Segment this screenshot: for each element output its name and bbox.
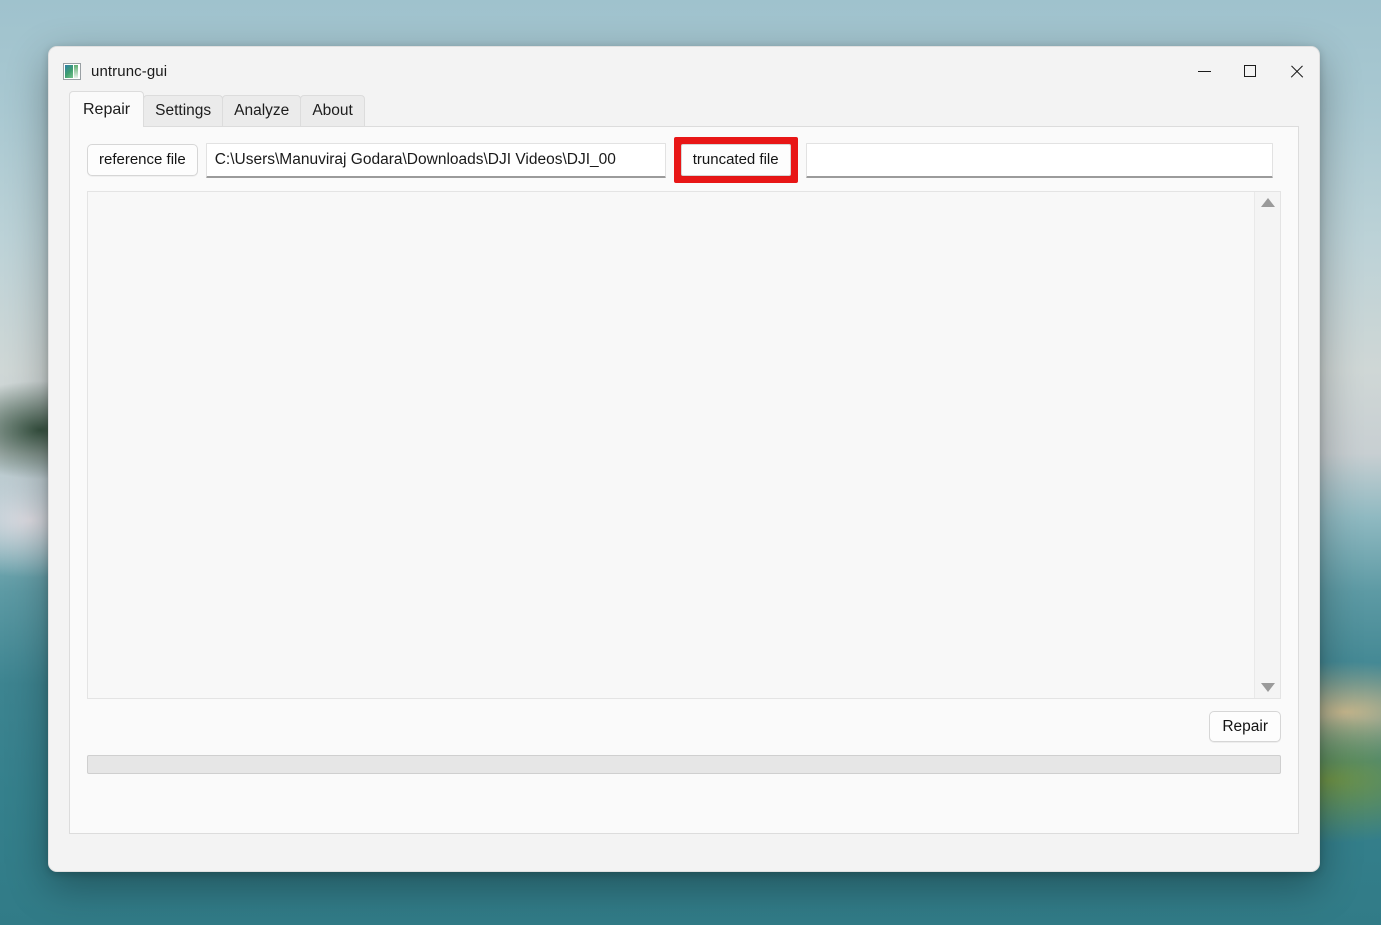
tab-analyze[interactable]: Analyze xyxy=(222,95,302,126)
action-row: Repair xyxy=(87,711,1281,742)
reference-file-value: C:\Users\Manuviraj Godara\Downloads\DJI … xyxy=(214,150,616,168)
tab-repair-label: Repair xyxy=(83,101,131,118)
truncated-file-button[interactable]: truncated file xyxy=(680,144,791,176)
application-window: untrunc-gui Repair Settings Analyze Abou… xyxy=(48,46,1320,872)
file-selection-row: reference file C:\Users\Manuviraj Godara… xyxy=(87,137,1281,183)
truncated-file-button-label: truncated file xyxy=(692,151,779,168)
minimize-button[interactable] xyxy=(1181,47,1227,95)
tab-about-label: About xyxy=(312,102,353,119)
tab-settings-label: Settings xyxy=(155,102,212,119)
reference-file-input[interactable]: C:\Users\Manuviraj Godara\Downloads\DJI … xyxy=(205,142,666,178)
reference-file-button[interactable]: reference file xyxy=(87,144,198,176)
scroll-up-arrow-icon[interactable] xyxy=(1260,198,1275,207)
scrollbar-thumb[interactable] xyxy=(1261,207,1275,683)
maximize-button[interactable] xyxy=(1227,47,1273,95)
window-controls xyxy=(1181,47,1319,95)
tab-strip: Repair Settings Analyze About xyxy=(69,91,1299,127)
maximize-icon xyxy=(1244,65,1256,77)
tab-about[interactable]: About xyxy=(300,95,365,126)
progress-bar xyxy=(87,755,1281,774)
window-titlebar: untrunc-gui xyxy=(49,47,1319,95)
app-image-icon xyxy=(63,62,81,80)
minimize-icon xyxy=(1197,70,1211,72)
tab-settings[interactable]: Settings xyxy=(143,95,224,126)
window-title: untrunc-gui xyxy=(91,62,168,80)
repair-tab-panel: reference file C:\Users\Manuviraj Godara… xyxy=(69,127,1299,834)
scroll-down-arrow-icon[interactable] xyxy=(1260,683,1275,692)
truncated-file-input[interactable] xyxy=(805,142,1273,178)
repair-button[interactable]: Repair xyxy=(1209,711,1281,742)
tab-analyze-label: Analyze xyxy=(234,102,290,119)
repair-button-label: Repair xyxy=(1222,718,1268,735)
reference-file-button-label: reference file xyxy=(99,151,186,168)
log-output-area xyxy=(87,191,1281,699)
close-icon xyxy=(1289,64,1304,79)
tab-repair[interactable]: Repair xyxy=(69,91,145,127)
truncated-file-highlight: truncated file xyxy=(673,137,798,183)
log-output-text[interactable] xyxy=(88,192,1254,698)
log-scrollbar[interactable] xyxy=(1254,192,1280,698)
close-button[interactable] xyxy=(1273,47,1319,95)
